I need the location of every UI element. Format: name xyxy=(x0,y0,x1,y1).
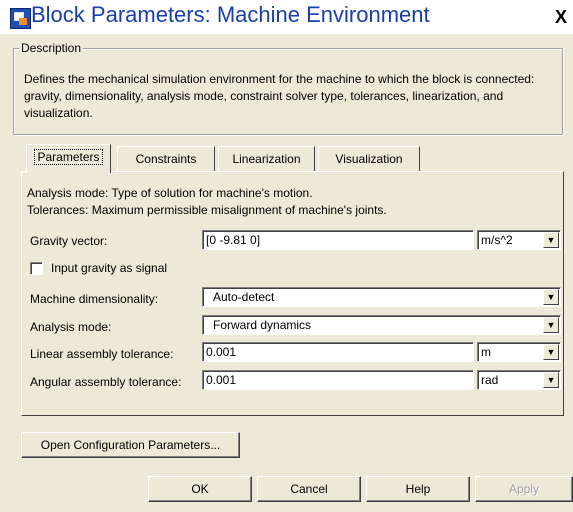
tab-linearization[interactable]: Linearization xyxy=(218,146,315,171)
chevron-down-icon[interactable]: ▼ xyxy=(543,317,559,333)
analysis-mode-label: Analysis mode: xyxy=(30,320,112,334)
tab-constraints[interactable]: Constraints xyxy=(117,146,215,171)
description-text: Defines the mechanical simulation enviro… xyxy=(24,72,535,120)
gravity-vector-input[interactable]: [0 -9.81 0] xyxy=(202,230,474,250)
tab-parameters-label: Parameters xyxy=(34,149,103,165)
machine-dimensionality-label: Machine dimensionality: xyxy=(30,292,159,306)
gravity-vector-label: Gravity vector: xyxy=(30,234,108,248)
machine-dimensionality-value: Auto-detect xyxy=(213,290,275,304)
tab-linearization-label: Linearization xyxy=(232,152,301,166)
linear-tolerance-input[interactable]: 0.001 xyxy=(202,342,474,362)
description-legend: Description xyxy=(19,41,84,55)
tab-visualization[interactable]: Visualization xyxy=(318,146,420,171)
analysis-mode-select[interactable]: Forward dynamics ▼ xyxy=(202,315,561,335)
help-button[interactable]: Help xyxy=(366,476,470,502)
tab-constraints-label: Constraints xyxy=(135,152,197,166)
open-configuration-parameters-button[interactable]: Open Configuration Parameters... xyxy=(21,432,240,458)
tolerances-info: Tolerances: Maximum permissible misalign… xyxy=(27,203,387,217)
machine-dimensionality-select[interactable]: Auto-detect ▼ xyxy=(202,287,561,307)
chevron-down-icon[interactable]: ▼ xyxy=(543,289,559,305)
linear-tolerance-units-select[interactable]: m ▼ xyxy=(477,342,561,362)
angular-tolerance-units-select[interactable]: rad ▼ xyxy=(477,370,561,390)
ok-button[interactable]: OK xyxy=(148,476,252,502)
linear-tolerance-label: Linear assembly tolerance: xyxy=(30,347,174,361)
gravity-units-select[interactable]: m/s^2 ▼ xyxy=(477,230,561,250)
chevron-down-icon[interactable]: ▼ xyxy=(543,372,559,388)
input-gravity-checkbox[interactable] xyxy=(30,262,43,275)
cancel-button[interactable]: Cancel xyxy=(257,476,361,502)
chevron-down-icon[interactable]: ▼ xyxy=(543,344,559,360)
angular-tolerance-label: Angular assembly tolerance: xyxy=(30,375,182,389)
apply-button: Apply xyxy=(475,476,573,502)
analysis-mode-info: Analysis mode: Type of solution for mach… xyxy=(27,186,313,200)
simulink-block-icon xyxy=(10,8,31,29)
linear-tolerance-units-value: m xyxy=(481,345,491,359)
chevron-down-icon[interactable]: ▼ xyxy=(543,232,559,248)
input-gravity-label: Input gravity as signal xyxy=(51,261,168,275)
angular-tolerance-units-value: rad xyxy=(481,373,499,387)
angular-tolerance-input[interactable]: 0.001 xyxy=(202,370,474,390)
window-title: Block Parameters: Machine Environment xyxy=(31,2,430,27)
analysis-mode-value: Forward dynamics xyxy=(213,318,312,332)
tab-visualization-label: Visualization xyxy=(335,152,403,166)
gravity-units-value: m/s^2 xyxy=(481,233,513,247)
title-bar: Block Parameters: Machine Environment X xyxy=(0,0,573,34)
close-button[interactable]: X xyxy=(551,6,571,28)
tab-parameters[interactable]: Parameters xyxy=(26,144,111,173)
